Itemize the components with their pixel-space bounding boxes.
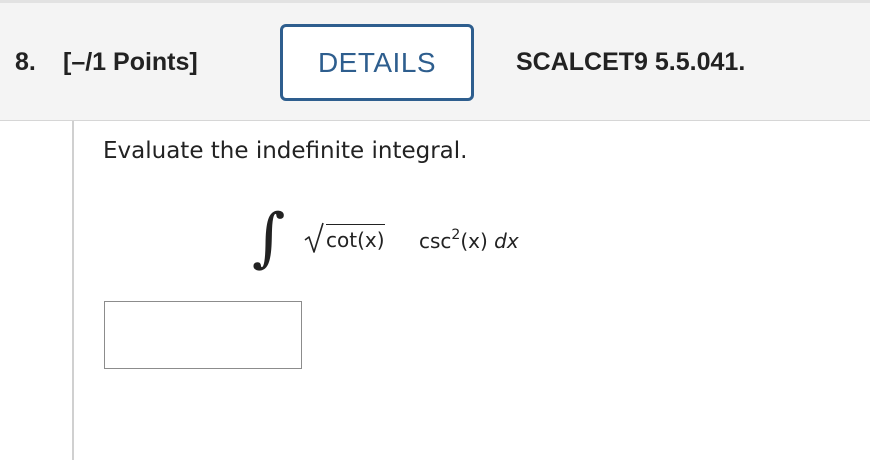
left-divider — [72, 121, 74, 460]
question-header: 8. [–/1 Points] DETAILS SCALCET9 5.5.041… — [0, 3, 870, 121]
trig-function: csc — [419, 229, 452, 253]
question-prompt: Evaluate the indefinite integral. — [103, 138, 468, 164]
question-points: [–/1 Points] — [63, 48, 198, 76]
details-button[interactable]: DETAILS — [280, 24, 474, 101]
question-reference: SCALCET9 5.5.041. — [516, 48, 746, 76]
square-root-sign — [304, 222, 324, 253]
integral-sign: ∫ — [252, 201, 286, 275]
radicand: cot(x) — [326, 224, 385, 252]
trig-argument: (x) — [460, 229, 488, 253]
integrand-remainder: csc2(x) dx — [419, 227, 519, 253]
exponent: 2 — [451, 227, 461, 243]
differential: dx — [494, 229, 519, 253]
question-number: 8. — [15, 48, 36, 76]
integral-expression: ∫ cot(x) csc2(x) dx — [252, 196, 572, 280]
answer-input[interactable] — [104, 301, 302, 369]
